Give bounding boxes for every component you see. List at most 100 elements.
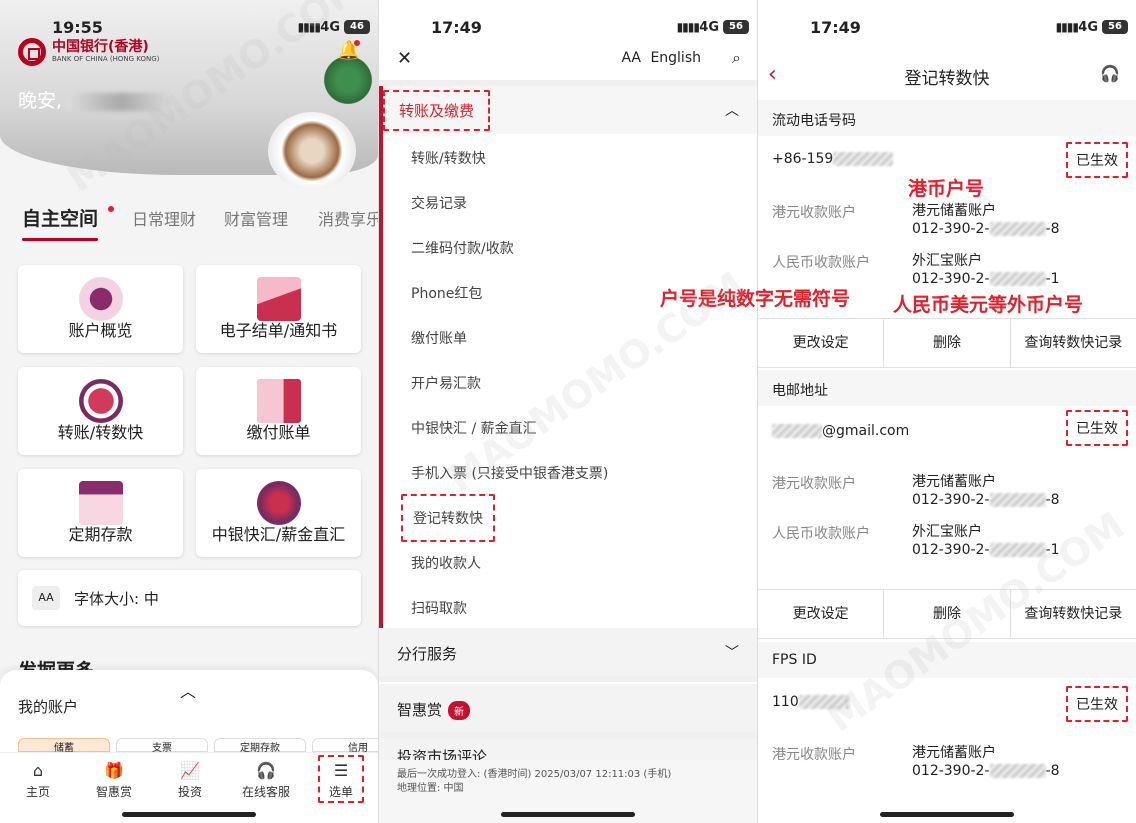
chart-icon: 📈 [180,761,200,780]
account-name: 港元储蓄账户 [912,203,996,219]
acc-suffix: -8 [1045,492,1060,509]
masked-digits [989,543,1046,558]
chip-deposit[interactable]: 定期存款 [214,738,306,752]
fps-id-section-header: FPS ID [758,642,1136,678]
menu-item[interactable]: 我的收款人 [411,553,481,573]
account-name: 港元储蓄账户 [912,474,996,490]
annotation-hkd-account: 港币户号 [908,178,985,200]
home-indicator [501,812,635,817]
plant-decoration [318,55,378,105]
menu-item[interactable]: 扫码取款 [411,598,467,618]
masked-email [772,424,822,438]
nav-rewards[interactable]: 🎁 智惠赏 [84,761,144,800]
card-label: 电子结单/通知书 [219,321,338,340]
font-label: 字体大小: [74,590,140,608]
last-login: 最后一次成功登入: (香港时间) 2025/03/07 12:11:03 (手机… [397,769,672,780]
section-rewards[interactable]: 智惠赏新 [379,684,757,732]
home-indicator [880,812,1014,817]
font-size-setting[interactable]: AA 字体大小: 中 [18,570,361,626]
section-indicator [379,86,383,628]
menu-item[interactable]: 开户易汇款 [411,373,481,393]
masked-digits [989,764,1046,779]
card-e-statement[interactable]: 电子结单/通知书 [196,265,361,353]
battery-icon: 46 [344,20,370,34]
font-value: 中 [143,590,159,608]
query-fps-records-button[interactable]: 查询转数快记录 [1011,590,1136,638]
masked-digits [989,272,1046,287]
change-settings-button[interactable]: 更改设定 [758,590,885,638]
status-badge: 已生效 [1066,142,1128,178]
tab-dot [108,206,114,212]
nav-label: 在线客服 [241,785,290,799]
change-settings-button[interactable]: 更改设定 [758,319,885,367]
nav-support[interactable]: 🎧 在线客服 [236,761,296,800]
card-boc-express[interactable]: 中银快汇/薪金直汇 [196,469,361,557]
menu-item[interactable]: 手机入票 (只接受中银香港支票) [411,463,608,483]
email-value: @gmail.com [772,423,909,439]
coffee-cup-image [268,112,356,190]
font-size-button[interactable]: AA [621,50,641,66]
tab-consume[interactable]: 消费享乐 [318,206,378,230]
delete-button[interactable]: 删除 [884,590,1011,638]
section-market-review[interactable]: 投资市场评论 [379,738,757,762]
tab-daily-finance[interactable]: 日常理财 [132,206,196,230]
gift-icon: 🎁 [104,761,124,780]
nav-invest[interactable]: 📈 投资 [160,761,220,800]
headset-icon[interactable]: 🎧 [1100,64,1120,83]
nav-label: 主页 [25,785,50,799]
email-actions: 更改设定 删除 查询转数快记录 [758,589,1136,639]
bank-sub-name: BANK OF CHINA (HONG KONG) [52,54,160,63]
card-time-deposit[interactable]: 定期存款 [18,469,183,557]
search-icon[interactable]: ⌕ [732,48,741,68]
card-transfer-fps[interactable]: 转账/转数快 [18,367,183,455]
account-name: 外汇宝账户 [912,253,982,269]
menu-item[interactable]: 缴付账单 [411,328,467,348]
chip-savings[interactable]: 储蓄 [18,738,110,752]
hkd-account-value: 港元储蓄账户 012-390-2- -8 [912,473,1059,509]
menu-item[interactable]: 交易记录 [411,193,467,213]
tab-self-space[interactable]: 自主空间 [22,204,99,241]
close-icon[interactable]: ✕ [397,48,412,69]
nav-label: 智惠赏 [95,785,132,799]
menu-item[interactable]: Phone红包 [411,283,482,303]
section-transfer-payment[interactable]: 转账及缴费 ︿ [379,86,757,134]
card-label: 转账/转数快 [57,423,144,442]
section-branch-service[interactable]: 分行服务 ﹀ [379,628,757,676]
menu-item-register-fps[interactable]: 登记转数快 [401,494,495,542]
rmb-account-label: 人民币收款账户 [772,526,870,542]
account-chips: 储蓄 支票 定期存款 信用 [18,738,378,752]
chip-cheque[interactable]: 支票 [116,738,208,752]
network-label: 4G [1078,20,1098,35]
home-icon: ⌂ [32,761,44,780]
menu-item[interactable]: 二维码付款/收款 [411,238,514,258]
network-label: 4G [320,20,340,35]
tab-wealth[interactable]: 财富管理 [224,206,288,230]
card-label: 中银快汇/薪金直汇 [211,525,346,544]
card-account-overview[interactable]: 账户概览 [18,265,183,353]
account-name: 外汇宝账户 [912,524,982,540]
hkd-account-value: 港元储蓄账户 012-390-2- -8 [912,744,1059,780]
section-title: 智惠赏新 [397,699,471,720]
acc-prefix: 012-390-2- [912,271,990,288]
rmb-account-label: 人民币收款账户 [772,255,870,271]
card-pay-bills[interactable]: 缴付账单 [196,367,361,455]
menu-toolbar: ✕ AA English ⌕ [379,40,757,80]
language-button[interactable]: English [650,50,701,66]
chevron-up-icon[interactable]: ︿ [180,678,196,702]
chip-credit[interactable]: 信用 [312,738,378,752]
phone-prefix: +86-159 [772,151,834,167]
status-time: 17:49 [810,18,861,37]
page-header: ‹ 登记转数快 🎧 [758,54,1136,100]
menu-item[interactable]: 转账/转数快 [411,148,486,168]
chevron-down-icon: ﹀ [725,645,739,661]
acc-prefix: 012-390-2- [912,763,990,780]
delete-button[interactable]: 删除 [884,319,1011,367]
query-fps-records-button[interactable]: 查询转数快记录 [1011,319,1136,367]
bank-name: 中国银行(香港) [52,39,149,56]
menu-item[interactable]: 中银快汇 / 薪金直汇 [411,418,537,438]
nav-menu[interactable]: ☰ 选单 [318,755,364,803]
home-indicator [122,812,256,817]
nav-home[interactable]: ⌂ 主页 [8,761,68,800]
status-time: 19:55 [52,18,103,37]
transfer-coin-icon [78,379,123,423]
